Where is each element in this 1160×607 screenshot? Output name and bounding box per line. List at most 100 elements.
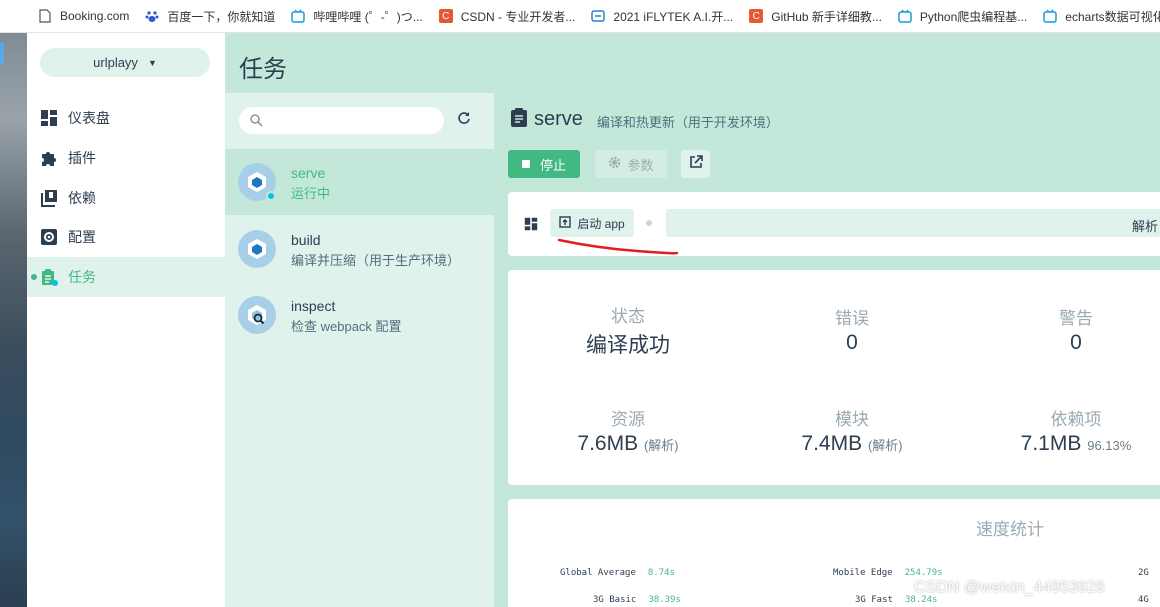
stat-label: 依赖项 <box>1050 410 1102 429</box>
webpack-icon <box>238 230 276 268</box>
open-in-new-icon <box>689 154 703 174</box>
page-title: 任务 <box>239 56 287 83</box>
sidebar-item-label: 插件 <box>68 150 96 166</box>
stop-button[interactable]: 停止 <box>508 150 580 178</box>
stat-modules: 模块 7.4MB (解析) <box>742 405 962 456</box>
task-item-inspect[interactable]: inspect 检查 webpack 配置 <box>225 282 494 348</box>
task-list: serve 运行中 build 编译并压缩（用于生产环境） inspect 检查… <box>225 93 494 607</box>
speed-value: 8.74s <box>647 568 675 578</box>
refresh-icon[interactable] <box>457 111 471 130</box>
stat-value: 0 <box>742 331 962 355</box>
bookmark-bilibili[interactable]: 哔哩哔哩 (゜-゜)つ... <box>291 8 423 25</box>
search-icon <box>249 113 263 132</box>
assignment-icon <box>510 107 528 132</box>
stat-status: 状态 编译成功 <box>518 302 738 359</box>
progress-bar: 解析 <box>666 209 1160 237</box>
launch-icon <box>559 215 572 231</box>
bookmark-iflytek[interactable]: 2021 iFLYTEK A.I.开... <box>591 8 733 25</box>
speed-row: 2G <box>1138 568 1149 578</box>
stat-number: 编译成功 <box>586 334 670 357</box>
sidebar-item-dashboard[interactable]: 仪表盘 <box>27 98 225 138</box>
sidebar-item-plugins[interactable]: 插件 <box>27 138 225 178</box>
progress-status: 解析 <box>1131 219 1158 234</box>
speed-label: Mobile Edge <box>833 568 893 578</box>
speed-label: Global Average <box>560 568 636 578</box>
sidebar-item-label: 仪表盘 <box>68 110 110 126</box>
stat-value: 0 <box>966 331 1160 355</box>
red-underline-annotation <box>557 238 679 255</box>
task-item-serve[interactable]: serve 运行中 <box>225 149 494 215</box>
sidebar-item-configuration[interactable]: 配置 <box>27 217 225 257</box>
speed-label: 4G <box>1138 595 1149 605</box>
bookmark-baidu[interactable]: 百度一下，你就知道 <box>145 8 275 25</box>
task-desc: 编译并压缩（用于生产环境） <box>291 253 461 268</box>
task-detail-desc: 编译和热更新（用于开发环境） <box>596 114 779 130</box>
bookmark-booking[interactable]: Booking.com <box>38 9 129 23</box>
doc-icon <box>38 9 52 23</box>
dashboard-icon[interactable] <box>524 217 538 236</box>
stat-assets: 资源 7.6MB (解析) <box>518 405 738 456</box>
desktop-background <box>0 33 27 607</box>
parameters-button[interactable]: 参数 <box>595 150 667 178</box>
stat-value: 7.4MB (解析) <box>742 432 962 456</box>
stats-panel: 状态 编译成功 错误 0 警告 0 资源 7.6MB (解析) 模块 7.4MB… <box>508 270 1160 485</box>
bookmark-label: GitHub 新手详细教... <box>771 9 882 24</box>
stat-number: 0 <box>846 331 858 354</box>
sidebar-item-label: 配置 <box>68 229 96 245</box>
speed-title: 速度统计 <box>976 520 1044 539</box>
bookmark-label: echarts数据可视化 <box>1065 9 1160 24</box>
bookmarks-bar: Booking.com 百度一下，你就知道 哔哩哔哩 (゜-゜)つ... C C… <box>0 0 1160 33</box>
task-desc: 检查 webpack 配置 <box>291 319 402 334</box>
task-title: serve 编译和热更新（用于开发环境） <box>510 107 779 132</box>
speed-row: Global Average 8.74s <box>560 568 675 578</box>
bookmark-echarts[interactable]: echarts数据可视化 <box>1043 8 1160 25</box>
bookmark-csdn[interactable]: C CSDN - 专业开发者... <box>438 8 576 25</box>
task-item-build[interactable]: build 编译并压缩（用于生产环境） <box>225 216 494 282</box>
stat-note[interactable]: (解析) <box>868 438 903 453</box>
window-edge <box>0 43 4 65</box>
bilibili-icon <box>898 9 912 23</box>
puzzle-icon <box>40 149 58 167</box>
search-input[interactable] <box>239 107 444 134</box>
library-icon <box>40 189 58 207</box>
speed-value: 254.79s <box>904 568 943 578</box>
task-name: serve <box>291 165 326 181</box>
watermark: CSDN @weixin_44953928 <box>914 579 1105 596</box>
bookmark-label: CSDN - 专业开发者... <box>460 9 576 24</box>
iflytek-icon <box>591 9 606 23</box>
assignment-icon <box>40 268 58 286</box>
bilibili-icon <box>1043 9 1058 23</box>
sidebar-item-dependencies[interactable]: 依赖 <box>27 178 225 218</box>
bilibili-icon <box>291 9 306 23</box>
active-indicator <box>31 274 37 280</box>
settings-icon <box>40 228 58 246</box>
stat-number: 7.6MB <box>577 432 639 455</box>
stat-note: 96.13% <box>1087 438 1132 453</box>
sidebar-item-tasks[interactable]: 任务 <box>27 257 225 297</box>
stat-label: 资源 <box>611 410 645 429</box>
task-detail-name: serve <box>534 108 583 130</box>
bookmark-python[interactable]: Python爬虫编程基... <box>898 8 1027 25</box>
stat-label: 警告 <box>1059 309 1093 328</box>
running-indicator <box>266 191 276 201</box>
bookmark-label: 2021 iFLYTEK A.I.开... <box>613 9 734 24</box>
stat-errors: 错误 0 <box>742 304 962 355</box>
bookmark-github-csdn[interactable]: C GitHub 新手详细教... <box>749 8 882 25</box>
project-name: urlplayy <box>93 55 138 70</box>
stat-label: 错误 <box>835 309 869 328</box>
stat-warnings: 警告 0 <box>966 304 1160 355</box>
launch-app-button[interactable]: 启动 app <box>550 209 634 237</box>
stat-dependencies: 依赖项 7.1MB 96.13% <box>966 405 1160 456</box>
project-selector[interactable]: urlplayy ▼ <box>40 48 210 77</box>
stat-value: 编译成功 <box>518 329 738 359</box>
launch-app-label: 启动 app <box>577 216 625 231</box>
speed-row: Mobile Edge 254.79s <box>833 568 943 578</box>
stat-value: 7.6MB (解析) <box>518 432 738 456</box>
csdn-icon: C <box>749 9 764 23</box>
baidu-icon <box>145 9 159 23</box>
stat-note[interactable]: (解析) <box>644 438 679 453</box>
open-external-button[interactable] <box>681 150 710 178</box>
task-name: build <box>291 232 321 248</box>
csdn-icon: C <box>438 9 453 23</box>
sidebar-item-label: 依赖 <box>68 190 96 206</box>
